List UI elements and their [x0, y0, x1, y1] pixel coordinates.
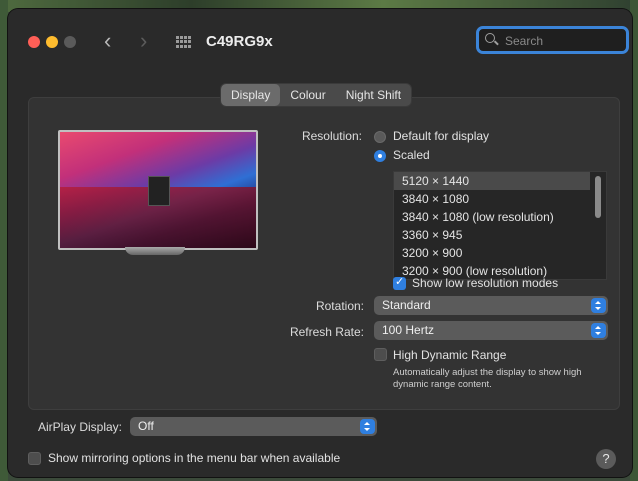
zoom-button[interactable]	[64, 36, 76, 48]
airplay-popup[interactable]: Off	[130, 417, 377, 436]
search-icon	[485, 33, 495, 43]
refresh-rate-popup[interactable]: 100 Hertz	[374, 321, 608, 340]
rotation-popup[interactable]: Standard	[374, 296, 608, 315]
default-for-display-radio[interactable]	[374, 131, 386, 143]
show-low-res-checkbox[interactable]	[393, 275, 406, 290]
search-field[interactable]	[476, 26, 629, 54]
show-low-res-label: Show low resolution modes	[412, 276, 559, 290]
monitor-preview	[58, 130, 258, 250]
popup-arrows-icon	[360, 419, 375, 434]
refresh-rate-label: Refresh Rate:	[289, 325, 364, 339]
tab-colour[interactable]: Colour	[280, 84, 335, 106]
scaled-radio[interactable]	[374, 150, 386, 162]
titlebar: ‹ › C49RG9x	[8, 9, 632, 71]
default-for-display-label: Default for display	[393, 129, 490, 143]
desktop-edge-left	[0, 0, 8, 481]
tab-display[interactable]: Display	[221, 84, 281, 106]
popup-arrows-icon	[591, 298, 606, 313]
search-input[interactable]	[503, 32, 625, 50]
resolution-option[interactable]: 3360 × 945	[394, 226, 590, 244]
close-button[interactable]	[28, 36, 40, 48]
hdr-checkbox[interactable]	[374, 348, 387, 361]
airplay-value: Off	[138, 419, 154, 433]
forward-chevron-icon[interactable]: ›	[140, 29, 147, 53]
mirroring-label: Show mirroring options in the menu bar w…	[48, 451, 341, 465]
mirroring-checkbox[interactable]	[28, 452, 41, 465]
resolution-list[interactable]: 5120 × 1440 3840 × 1080 3840 × 1080 (low…	[393, 171, 607, 280]
hdr-description: Automatically adjust the display to show…	[393, 367, 582, 390]
rotation-value: Standard	[382, 298, 431, 312]
back-chevron-icon[interactable]: ‹	[104, 29, 111, 53]
hdr-label: High Dynamic Range	[393, 348, 507, 362]
resolution-option[interactable]: 3200 × 900	[394, 244, 590, 262]
resolution-option[interactable]: 3840 × 1080 (low resolution)	[394, 208, 590, 226]
popup-arrows-icon	[591, 323, 606, 338]
resolution-option[interactable]: 3840 × 1080	[394, 190, 590, 208]
resolution-option[interactable]: 5120 × 1440	[394, 172, 590, 190]
resolution-list-scrollbar[interactable]	[595, 176, 601, 218]
refresh-rate-value: 100 Hertz	[382, 323, 435, 337]
rotation-label: Rotation:	[315, 299, 364, 313]
scaled-label: Scaled	[393, 148, 430, 162]
tab-bar: Display Colour Night Shift	[221, 84, 412, 106]
minimize-button[interactable]	[46, 36, 58, 48]
monitor-stand	[125, 247, 185, 255]
tab-night-shift[interactable]: Night Shift	[336, 84, 411, 106]
show-all-grid-icon[interactable]	[176, 36, 192, 48]
window-title: C49RG9x	[206, 33, 273, 50]
resolution-label: Resolution:	[301, 129, 362, 143]
preview-window	[148, 176, 170, 206]
airplay-label: AirPlay Display:	[37, 420, 122, 434]
preferences-window: ‹ › C49RG9x Display Colour Night Shift R…	[8, 9, 632, 477]
help-icon[interactable]: ?	[596, 449, 616, 469]
